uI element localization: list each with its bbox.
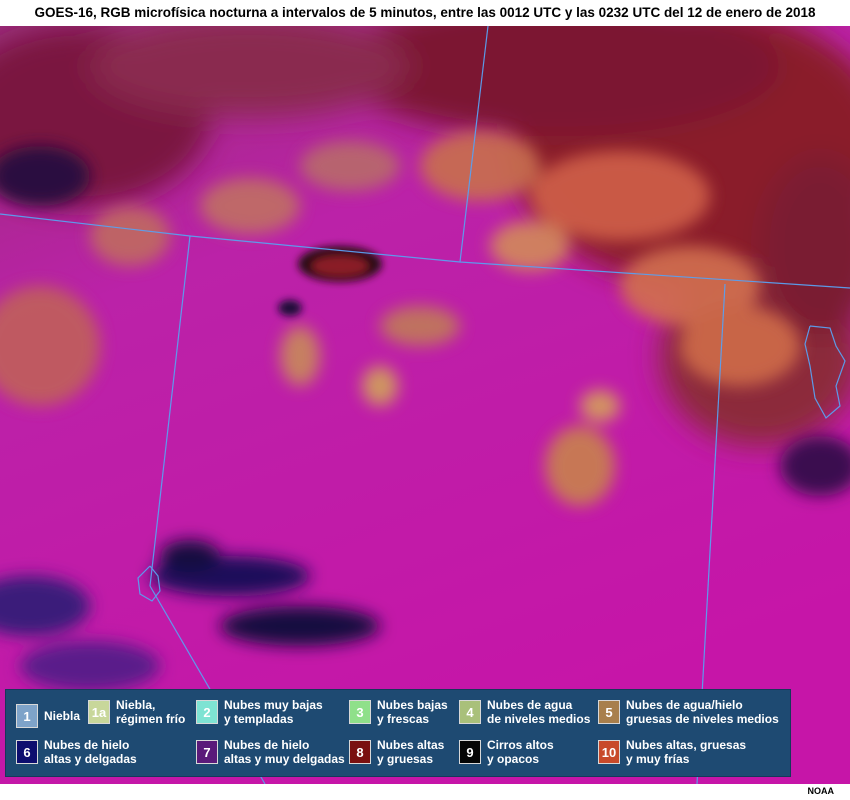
legend-entry-2: 2 Nubes muy bajas y templadas — [196, 698, 323, 726]
legend-entry-4: 4 Nubes de agua de niveles medios — [459, 698, 590, 726]
legend-swatch-3: 3 — [349, 700, 371, 724]
legend-entry-5: 5 Nubes de agua/hielo gruesas de niveles… — [598, 698, 779, 726]
legend-swatch-6: 6 — [16, 740, 38, 764]
legend-label-8: Nubes altas y gruesas — [377, 738, 445, 766]
legend-swatch-2: 2 — [196, 700, 218, 724]
legend-entry-3: 3 Nubes bajas y frescas — [349, 698, 448, 726]
legend-label-10: Nubes altas, gruesas y muy frías — [626, 738, 747, 766]
legend-label-6: Nubes de hielo altas y delgadas — [44, 738, 137, 766]
legend-entry-9: 9 Cirros altos y opacos — [459, 738, 554, 766]
legend-label-3: Nubes bajas y frescas — [377, 698, 448, 726]
legend-label-5: Nubes de agua/hielo gruesas de niveles m… — [626, 698, 779, 726]
legend-swatch-4: 4 — [459, 700, 481, 724]
legend-swatch-5: 5 — [598, 700, 620, 724]
legend-entry-10: 10 Nubes altas, gruesas y muy frías — [598, 738, 746, 766]
image-title: GOES-16, RGB microfísica nocturna a inte… — [0, 0, 850, 26]
legend-label-2: Nubes muy bajas y templadas — [224, 698, 323, 726]
legend-swatch-7: 7 — [196, 740, 218, 764]
legend-swatch-10: 10 — [598, 740, 620, 764]
legend-entry-6: 6 Nubes de hielo altas y delgadas — [16, 738, 137, 766]
satellite-image — [0, 26, 850, 784]
legend-entry-1a: 1a Niebla, régimen frío — [88, 698, 185, 726]
legend-entry-8: 8 Nubes altas y gruesas — [349, 738, 444, 766]
legend-label-1a: Niebla, régimen frío — [116, 698, 186, 726]
legend-swatch-9: 9 — [459, 740, 481, 764]
legend-label-9: Cirros altos y opacos — [487, 738, 554, 766]
legend-swatch-1: 1 — [16, 704, 38, 728]
legend-swatch-1a: 1a — [88, 700, 110, 724]
color-legend: 1 Niebla 1a Niebla, régimen frío 2 Nubes… — [5, 689, 791, 777]
noaa-credit: NOAA — [807, 786, 835, 796]
legend-label-4: Nubes de agua de niveles medios — [487, 698, 591, 726]
legend-entry-7: 7 Nubes de hielo altas y muy delgadas — [196, 738, 345, 766]
legend-label-1: Niebla — [44, 709, 81, 723]
legend-swatch-8: 8 — [349, 740, 371, 764]
legend-entry-1: 1 Niebla — [16, 704, 80, 728]
legend-label-7: Nubes de hielo altas y muy delgadas — [224, 738, 345, 766]
